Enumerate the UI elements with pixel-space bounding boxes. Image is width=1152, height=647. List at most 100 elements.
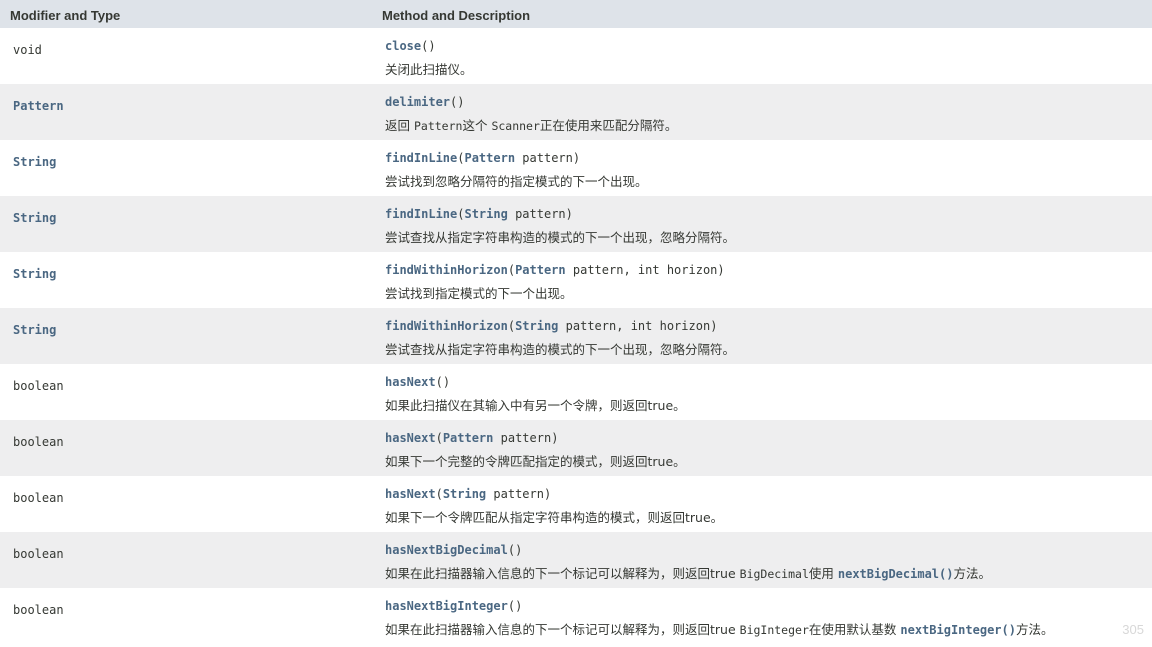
param-name: horizon	[666, 263, 718, 277]
method-summary-table: Modifier and Type Method and Description…	[0, 0, 1152, 644]
method-name-link[interactable]: hasNextBigInteger	[385, 599, 508, 613]
method-name-link[interactable]: hasNextBigDecimal	[385, 543, 508, 557]
type-link[interactable]: String	[13, 323, 56, 337]
param-type-link[interactable]: String	[464, 207, 507, 221]
method-name-link[interactable]: findInLine	[385, 207, 457, 221]
table-row: boolean hasNext() 如果此扫描仪在其输入中有另一个令牌，则返回tru…	[0, 364, 1152, 420]
method-description: 尝试查找从指定字符串构造的模式的下一个出现，忽略分隔符。	[385, 339, 1152, 358]
method-description: 尝试找到指定模式的下一个出现。	[385, 283, 1152, 302]
type-label: boolean	[13, 379, 64, 393]
method-signature: findInLine(Pattern pattern)	[385, 151, 581, 165]
method-description: 如果在此扫描器输入信息的下一个标记可以解释为，则返回true BigIntege…	[385, 619, 1152, 638]
method-description: 如果下一个令牌匹配从指定字符串构造的模式，则返回true。	[385, 507, 1152, 526]
method-name-link[interactable]: findWithinHorizon	[385, 263, 508, 277]
description-text: 这个	[462, 118, 492, 133]
param-name: pattern	[500, 431, 552, 445]
param-name: pattern	[522, 151, 573, 165]
method-name-link[interactable]: hasNext	[385, 375, 436, 389]
watermark: 305	[1122, 622, 1144, 637]
inline-method-link[interactable]: nextBigInteger()	[900, 623, 1016, 637]
table-body: void close() 关闭此扫描仪。 Pattern delimiter() 返回 P…	[0, 28, 1152, 644]
method-signature: hasNextBigInteger()	[385, 599, 523, 613]
param-name: horizon	[659, 319, 711, 333]
method-name-link[interactable]: findWithinHorizon	[385, 319, 508, 333]
method-name-link[interactable]: close	[385, 39, 421, 53]
method-signature: hasNext(String pattern)	[385, 487, 552, 501]
table-row: boolean hasNextBigInteger() 如果在此扫描器输入信息的下一…	[0, 588, 1152, 644]
param-type: int	[637, 263, 660, 277]
method-signature: hasNextBigDecimal()	[385, 543, 523, 557]
method-description-cell: delimiter() 返回 Pattern这个 Scanner正在使用来匹配分隔…	[385, 84, 1152, 140]
method-signature: hasNext(Pattern pattern)	[385, 431, 559, 445]
type-link[interactable]: String	[13, 267, 56, 281]
method-name-link[interactable]: hasNext	[385, 431, 436, 445]
method-description-cell: findWithinHorizon(Pattern pattern, int h…	[385, 252, 1152, 308]
description-text: 如果在此扫描器输入信息的下一个标记可以解释为，则返回true	[385, 622, 740, 637]
type-link[interactable]: String	[13, 155, 56, 169]
param-name: pattern	[493, 487, 544, 501]
method-description-cell: hasNext() 如果此扫描仪在其输入中有另一个令牌，则返回true。	[385, 364, 1152, 420]
description-text: 关闭此扫描仪。	[385, 62, 473, 77]
type-label: boolean	[13, 435, 64, 449]
description-text: 尝试找到指定模式的下一个出现。	[385, 286, 573, 301]
description-text: 正在使用来匹配分隔符。	[539, 118, 678, 133]
description-text: 使用	[808, 566, 838, 581]
method-description: 尝试找到忽略分隔符的指定模式的下一个出现。	[385, 171, 1152, 190]
table-row: void close() 关闭此扫描仪。	[0, 28, 1152, 84]
modifier-type-cell: String	[0, 140, 385, 196]
header-modifier-type: Modifier and Type	[10, 8, 121, 23]
method-description: 如果此扫描仪在其输入中有另一个令牌，则返回true。	[385, 395, 1152, 414]
param-type: int	[630, 319, 653, 333]
description-text: 如果在此扫描器输入信息的下一个标记可以解释为，则返回true	[385, 566, 740, 581]
inline-code: BigDecimal	[739, 567, 809, 581]
table-row: boolean hasNextBigDecimal() 如果在此扫描器输入信息的下一…	[0, 532, 1152, 588]
type-link[interactable]: String	[13, 211, 56, 225]
type-label: boolean	[13, 547, 64, 561]
table-row: boolean hasNext(String pattern) 如果下一个令牌匹配从…	[0, 476, 1152, 532]
method-name-link[interactable]: delimiter	[385, 95, 450, 109]
table-row: String findInLine(Pattern pattern) 尝试找到忽略分…	[0, 140, 1152, 196]
param-name: pattern	[515, 207, 566, 221]
modifier-type-cell: Pattern	[0, 84, 385, 140]
method-signature: findInLine(String pattern)	[385, 207, 573, 221]
modifier-type-cell: boolean	[0, 532, 385, 588]
method-description-cell: findWithinHorizon(String pattern, int ho…	[385, 308, 1152, 364]
type-label: boolean	[13, 603, 64, 617]
description-text: 返回	[385, 118, 414, 133]
description-text: 尝试找到忽略分隔符的指定模式的下一个出现。	[385, 174, 648, 189]
table-row: String findInLine(String pattern) 尝试查找从指定字…	[0, 196, 1152, 252]
method-signature: hasNext()	[385, 375, 451, 389]
table-row: boolean hasNext(Pattern pattern) 如果下一个完整的令…	[0, 420, 1152, 476]
description-text: 尝试查找从指定字符串构造的模式的下一个出现，忽略分隔符。	[385, 230, 736, 245]
modifier-type-cell: void	[0, 28, 385, 84]
param-type-link[interactable]: String	[443, 487, 486, 501]
method-description: 关闭此扫描仪。	[385, 59, 1152, 78]
method-description-cell: hasNext(Pattern pattern) 如果下一个完整的令牌匹配指定的模…	[385, 420, 1152, 476]
method-description-cell: close() 关闭此扫描仪。	[385, 28, 1152, 84]
type-link[interactable]: Pattern	[13, 99, 64, 113]
method-description-cell: findInLine(String pattern) 尝试查找从指定字符串构造的模…	[385, 196, 1152, 252]
method-description-cell: hasNextBigDecimal() 如果在此扫描器输入信息的下一个标记可以解释…	[385, 532, 1152, 588]
param-type-link[interactable]: Pattern	[515, 263, 566, 277]
method-description-cell: findInLine(Pattern pattern) 尝试找到忽略分隔符的指定模…	[385, 140, 1152, 196]
modifier-type-cell: String	[0, 252, 385, 308]
modifier-type-cell: String	[0, 196, 385, 252]
inline-code: BigInteger	[739, 623, 809, 637]
method-description-cell: hasNext(String pattern) 如果下一个令牌匹配从指定字符串构造…	[385, 476, 1152, 532]
param-type-link[interactable]: Pattern	[464, 151, 515, 165]
method-signature: findWithinHorizon(String pattern, int ho…	[385, 319, 718, 333]
header-method-description: Method and Description	[382, 8, 531, 23]
method-description: 返回 Pattern这个 Scanner正在使用来匹配分隔符。	[385, 115, 1152, 134]
table-row: String findWithinHorizon(Pattern pattern,…	[0, 252, 1152, 308]
method-name-link[interactable]: hasNext	[385, 487, 436, 501]
inline-code: Scanner	[491, 119, 540, 133]
method-signature: close()	[385, 39, 436, 53]
modifier-type-cell: boolean	[0, 476, 385, 532]
description-text: 如果下一个完整的令牌匹配指定的模式，则返回true。	[385, 454, 686, 469]
param-type-link[interactable]: Pattern	[443, 431, 494, 445]
inline-method-link[interactable]: nextBigDecimal()	[838, 567, 954, 581]
method-description: 尝试查找从指定字符串构造的模式的下一个出现，忽略分隔符。	[385, 227, 1152, 246]
description-text: 如果此扫描仪在其输入中有另一个令牌，则返回true。	[385, 398, 686, 413]
method-name-link[interactable]: findInLine	[385, 151, 457, 165]
param-type-link[interactable]: String	[515, 319, 558, 333]
